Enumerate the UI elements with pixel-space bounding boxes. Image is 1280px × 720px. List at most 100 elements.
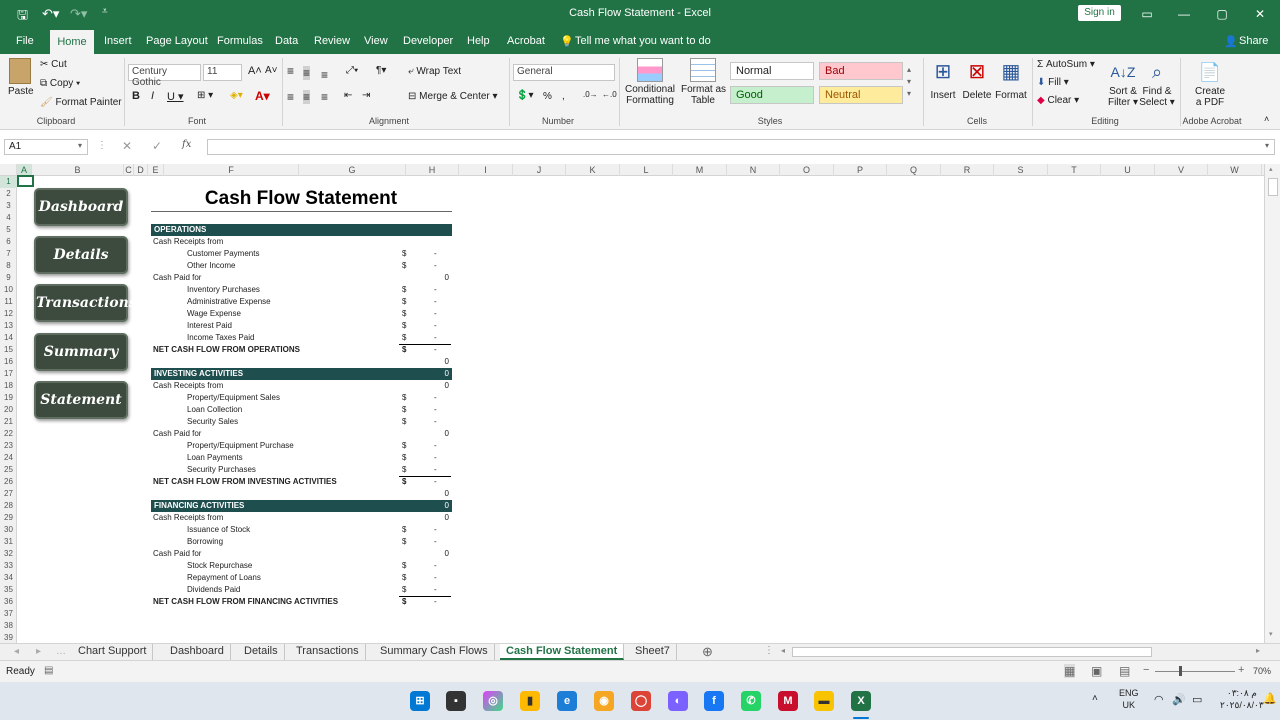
copy-button[interactable]: ⧉ Copy ▾ xyxy=(40,78,80,89)
column-header[interactable]: D xyxy=(134,164,148,176)
row-header[interactable]: 30 xyxy=(0,524,17,536)
zoom-level[interactable]: 70% xyxy=(1253,666,1271,676)
clear-button[interactable]: ◆ Clear ▾ xyxy=(1037,95,1079,106)
cancel-icon[interactable]: ✕ xyxy=(122,139,132,153)
insert-cells-button[interactable]: ⊞ Insert xyxy=(928,58,958,101)
tab-data[interactable]: Data xyxy=(275,35,298,47)
maximize-button[interactable]: ▢ xyxy=(1208,4,1236,24)
settings-app-icon[interactable]: ◉ xyxy=(594,691,614,711)
wrap-text-button[interactable]: ⤶ Wrap Text xyxy=(408,66,461,77)
row-header[interactable]: 35 xyxy=(0,584,17,596)
borders-icon[interactable]: ⊞ ▾ xyxy=(197,90,213,101)
scroll-left-icon[interactable]: ◂ xyxy=(781,646,785,655)
insert-function-icon[interactable]: fx xyxy=(182,139,191,150)
sheet-tab-active[interactable]: Cash Flow Statement xyxy=(500,644,625,660)
row-header[interactable]: 18 xyxy=(0,380,17,392)
row-header[interactable]: 16 xyxy=(0,356,17,368)
align-right-icon[interactable]: ≡ xyxy=(321,90,328,104)
comma-style-icon[interactable]: , xyxy=(562,91,565,102)
row-header[interactable]: 34 xyxy=(0,572,17,584)
scroll-down-icon[interactable]: ▾ xyxy=(1269,630,1273,638)
increase-decimal-icon[interactable]: .0→ xyxy=(583,90,598,99)
underline-icon[interactable]: U ▾ xyxy=(167,90,184,103)
row-header[interactable]: 11 xyxy=(0,296,17,308)
style-good[interactable]: Good xyxy=(730,86,814,104)
indent-direction-icon[interactable]: ¶▾ xyxy=(376,65,386,76)
row-header[interactable]: 23 xyxy=(0,440,17,452)
bottom-align-icon[interactable]: ≡ xyxy=(321,68,328,82)
volume-icon[interactable]: 🔊 xyxy=(1172,693,1186,706)
minimize-button[interactable]: — xyxy=(1170,4,1198,24)
chrome-icon[interactable]: ◯ xyxy=(631,691,651,711)
column-header[interactable]: R xyxy=(941,164,994,176)
row-header[interactable]: 32 xyxy=(0,548,17,560)
sort-filter-button[interactable]: A↓Z Sort & Filter ▾ xyxy=(1105,58,1141,108)
column-header[interactable]: S xyxy=(994,164,1048,176)
widgets-icon[interactable]: ▮ xyxy=(520,691,540,711)
battery-icon[interactable]: ▭ xyxy=(1192,693,1202,706)
column-header[interactable]: B xyxy=(32,164,124,176)
next-sheet-icon[interactable]: ▸ xyxy=(36,646,41,657)
add-sheet-icon[interactable]: ⊕ xyxy=(702,644,713,660)
row-header[interactable]: 20 xyxy=(0,404,17,416)
row-header[interactable]: 14 xyxy=(0,332,17,344)
wifi-icon[interactable]: ◠ xyxy=(1154,693,1164,706)
zoom-out-icon[interactable]: − xyxy=(1143,664,1149,676)
tab-view[interactable]: View xyxy=(364,35,388,47)
middle-align-icon[interactable]: ≡ xyxy=(303,66,311,80)
enter-icon[interactable]: ✓ xyxy=(152,139,162,153)
row-header[interactable]: 17 xyxy=(0,368,17,380)
number-format-select[interactable]: General xyxy=(513,64,615,81)
row-header[interactable]: 15 xyxy=(0,344,17,356)
select-all-corner[interactable] xyxy=(0,164,17,176)
excel-icon[interactable]: X xyxy=(851,691,871,711)
clock[interactable]: م ٠٣:٠٨ ٢٠٢٥/٠٨/٠٣ xyxy=(1220,687,1264,711)
column-header[interactable]: F xyxy=(164,164,299,176)
dashboard-nav-button[interactable]: Dashboard xyxy=(34,188,128,226)
collapse-ribbon-icon[interactable]: ˄ xyxy=(1264,114,1269,124)
row-header[interactable]: 25 xyxy=(0,464,17,476)
column-header[interactable]: I xyxy=(459,164,513,176)
sheet-tab[interactable]: Summary Cash Flows xyxy=(374,644,495,660)
sheet-tab[interactable]: Chart Support xyxy=(72,644,154,660)
column-header[interactable]: O xyxy=(780,164,834,176)
notifications-icon[interactable]: 🔔 xyxy=(1263,692,1277,705)
row-header[interactable]: 9 xyxy=(0,272,17,284)
row-header[interactable]: 24 xyxy=(0,452,17,464)
format-painter-button[interactable]: 🖌 Format Painter xyxy=(40,97,122,108)
column-header[interactable]: E xyxy=(148,164,164,176)
sheet-tab[interactable]: Details xyxy=(238,644,285,660)
name-box-dropdown-icon[interactable]: ▾ xyxy=(78,141,82,150)
merge-center-button[interactable]: ⊟ Merge & Center ▾ xyxy=(408,91,498,102)
ribbon-display-icon[interactable]: ▭ xyxy=(1133,4,1161,24)
statement-nav-button[interactable]: Statement xyxy=(34,381,128,419)
tab-insert[interactable]: Insert xyxy=(104,35,132,47)
tab-formulas[interactable]: Formulas xyxy=(217,35,263,47)
browser-app-icon[interactable]: ◐ xyxy=(668,691,688,711)
page-break-view-icon[interactable]: ▤ xyxy=(1119,664,1130,678)
tab-file[interactable]: File xyxy=(16,35,34,47)
macro-record-icon[interactable]: ▤ xyxy=(44,665,53,676)
grow-font-icon[interactable]: A˄ xyxy=(248,65,262,77)
task-view-icon[interactable]: ▪ xyxy=(446,691,466,711)
prev-sheet-icon[interactable]: ◂ xyxy=(14,646,19,657)
row-header[interactable]: 13 xyxy=(0,320,17,332)
row-header[interactable]: 8 xyxy=(0,260,17,272)
start-icon[interactable]: ⊞ xyxy=(410,691,430,711)
row-header[interactable]: 10 xyxy=(0,284,17,296)
row-header[interactable]: 31 xyxy=(0,536,17,548)
row-header[interactable]: 3 xyxy=(0,200,17,212)
scroll-up-icon[interactable]: ▴ xyxy=(1269,165,1273,173)
vertical-scrollbar-thumb[interactable] xyxy=(1268,178,1278,196)
row-header[interactable]: 27 xyxy=(0,488,17,500)
zoom-slider[interactable] xyxy=(1155,671,1235,672)
column-header[interactable]: U xyxy=(1101,164,1155,176)
delete-cells-button[interactable]: ⊠ Delete xyxy=(961,58,993,101)
column-header[interactable]: P xyxy=(834,164,887,176)
horizontal-scrollbar-thumb[interactable] xyxy=(792,647,1152,657)
format-as-table-button[interactable]: Format as Table xyxy=(681,58,726,106)
cut-button[interactable]: ✂ Cut xyxy=(40,59,67,70)
column-header[interactable]: V xyxy=(1155,164,1208,176)
more-sheets-icon[interactable]: … xyxy=(56,646,66,657)
row-header[interactable]: 12 xyxy=(0,308,17,320)
